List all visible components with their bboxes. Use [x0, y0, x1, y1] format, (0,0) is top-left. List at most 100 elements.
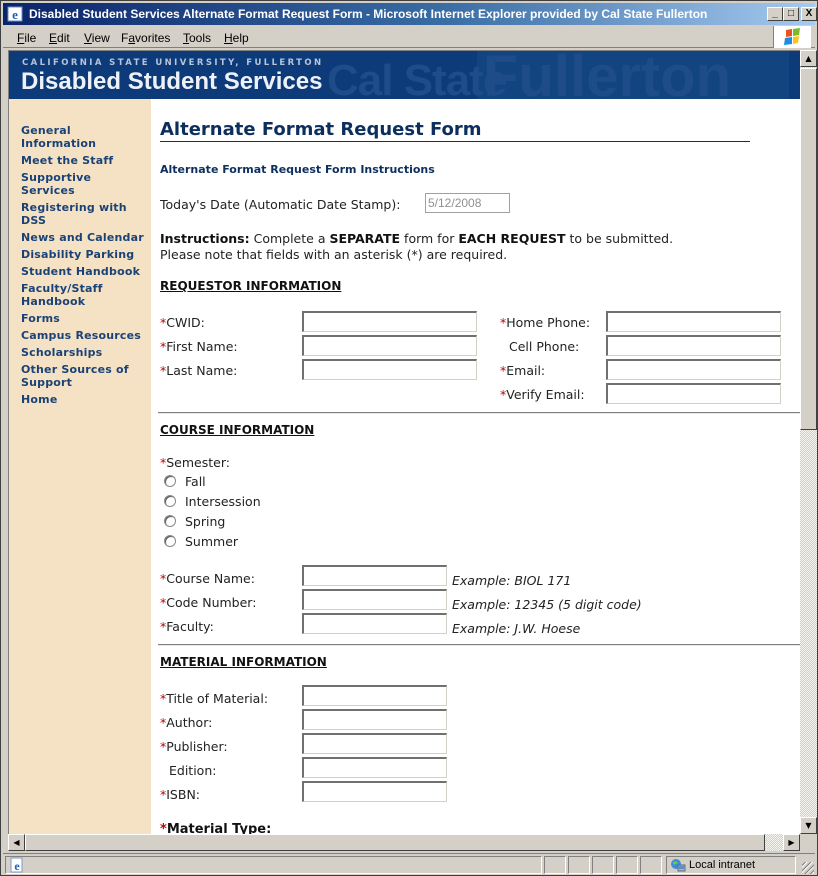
sidebar-item-supportive-services[interactable]: Supportive Services	[21, 171, 149, 197]
resize-grip[interactable]	[802, 862, 814, 874]
department-name[interactable]: Disabled Student Services	[21, 68, 322, 96]
security-zone-label: Local intranet	[689, 859, 756, 871]
menu-favorites-label: vorites	[135, 31, 171, 45]
author-input[interactable]	[302, 709, 447, 730]
course-name-input[interactable]	[302, 565, 447, 586]
edition-label: Edition:	[169, 763, 217, 778]
close-button[interactable]: X	[801, 7, 817, 21]
radio-fall-label: Fall	[185, 474, 206, 489]
menu-help-accel: H	[224, 31, 233, 45]
required-asterisk: *	[160, 822, 167, 834]
last-name-label: *Last Name:	[160, 363, 237, 378]
radio-spring-label: Spring	[185, 514, 226, 529]
vertical-scroll-thumb[interactable]	[800, 68, 817, 430]
code-number-example: Example: 12345 (5 digit code)	[452, 597, 642, 612]
cell-phone-label: Cell Phone:	[509, 339, 580, 354]
windows-logo	[773, 26, 811, 48]
site-banner: Cal State Fullerton CALIFORNIA STATE UNI…	[9, 51, 800, 99]
sidebar-item-faculty-staff-handbook[interactable]: Faculty/Staff Handbook	[21, 282, 149, 308]
last-name-input[interactable]	[302, 359, 477, 380]
home-phone-input[interactable]	[606, 311, 781, 332]
instructions-link[interactable]: Alternate Format Request Form Instructio…	[160, 163, 435, 176]
menu-file[interactable]: File	[17, 31, 36, 45]
menu-tools[interactable]: Tools	[183, 31, 211, 45]
sidebar-item-other-sources-of-support[interactable]: Other Sources of Support	[21, 363, 149, 389]
code-number-input[interactable]	[302, 589, 447, 610]
sidebar-item-forms[interactable]: Forms	[21, 312, 149, 325]
sidebar-item-meet-the-staff[interactable]: Meet the Staff	[21, 154, 149, 167]
scroll-right-button[interactable]: ▶	[783, 834, 800, 851]
menu-file-label: ile	[24, 31, 37, 45]
scroll-up-button[interactable]: ▲	[800, 50, 817, 67]
cell-phone-input[interactable]	[606, 335, 781, 356]
sidebar-item-home[interactable]: Home	[21, 393, 149, 406]
windows-flag-icon	[784, 28, 800, 45]
horizontal-scroll-thumb[interactable]	[25, 834, 765, 851]
status-cell	[616, 856, 638, 874]
verify-email-input[interactable]	[606, 383, 781, 404]
radio-summer[interactable]	[164, 535, 176, 547]
material-section-heading: MATERIAL INFORMATION	[160, 655, 327, 669]
verify-email-label-text: Verify Email:	[506, 387, 585, 402]
cwid-label: *CWID:	[160, 315, 205, 330]
title-of-material-input[interactable]	[302, 685, 447, 706]
radio-summer-label: Summer	[185, 534, 239, 549]
window-title: Disabled Student Services Alternate Form…	[29, 7, 708, 21]
svg-text:e: e	[14, 859, 20, 873]
course-name-label-text: Course Name:	[166, 571, 255, 586]
edition-input[interactable]	[302, 757, 447, 778]
status-cell	[640, 856, 662, 874]
isbn-input[interactable]	[302, 781, 447, 802]
vertical-scrollbar[interactable]: ▲ ▼	[800, 50, 817, 834]
semester-option-fall[interactable]: Fall	[164, 474, 206, 489]
course-section-heading: COURSE INFORMATION	[160, 423, 315, 437]
radio-spring[interactable]	[164, 515, 176, 527]
banner-watermark-cal-state: Cal State	[327, 56, 507, 99]
title-of-material-label: *Title of Material:	[160, 691, 268, 706]
menu-edit[interactable]: Edit	[49, 31, 70, 45]
scroll-left-button[interactable]: ◀	[8, 834, 25, 851]
faculty-example: Example: J.W. Hoese	[452, 621, 581, 636]
semester-option-intersession[interactable]: Intersession	[164, 494, 261, 509]
cwid-input[interactable]	[302, 311, 477, 332]
page-icon: e	[10, 857, 23, 873]
radio-intersession[interactable]	[164, 495, 176, 507]
instructions-separate: SEPARATE	[329, 231, 401, 246]
date-label: Today's Date (Automatic Date Stamp):	[160, 197, 401, 212]
sidebar-item-news-and-calendar[interactable]: News and Calendar	[21, 231, 149, 244]
sidebar-item-scholarships[interactable]: Scholarships	[21, 346, 149, 359]
menu-favorites[interactable]: Favorites	[121, 31, 170, 45]
menu-view[interactable]: View	[84, 31, 110, 45]
semester-option-spring[interactable]: Spring	[164, 514, 225, 529]
sidebar-item-registering-with-dss[interactable]: Registering with DSS	[21, 201, 149, 227]
publisher-input[interactable]	[302, 733, 447, 754]
menu-help[interactable]: Help	[224, 31, 249, 45]
email-input[interactable]	[606, 359, 781, 380]
sidebar-item-general-information[interactable]: General Information	[21, 124, 149, 150]
menu-help-label: elp	[232, 31, 249, 45]
sidebar-item-disability-parking[interactable]: Disability Parking	[21, 248, 149, 261]
horizontal-scrollbar[interactable]: ◀ ▶	[8, 834, 800, 851]
first-name-input[interactable]	[302, 335, 477, 356]
internet-explorer-icon: e	[7, 6, 23, 22]
instructions-part1: Complete a	[249, 231, 330, 246]
svg-text:e: e	[12, 7, 18, 22]
minimize-button[interactable]: _	[767, 7, 783, 21]
security-zone[interactable]: Local intranet	[666, 856, 796, 874]
radio-fall[interactable]	[164, 475, 176, 487]
email-label-text: Email:	[506, 363, 546, 378]
semester-option-summer[interactable]: Summer	[164, 534, 238, 549]
cwid-label-text: CWID:	[166, 315, 205, 330]
code-number-label-text: Code Number:	[166, 595, 257, 610]
menu-tools-label: ools	[189, 31, 212, 45]
scroll-down-button[interactable]: ▼	[800, 817, 817, 834]
status-cell	[544, 856, 566, 874]
sidebar-item-student-handbook[interactable]: Student Handbook	[21, 265, 149, 278]
status-text-pane: e	[5, 856, 542, 874]
maximize-button[interactable]: □	[783, 7, 799, 21]
instructions-text: Instructions: Complete a SEPARATE form f…	[160, 231, 760, 263]
browser-window: e Disabled Student Services Alternate Fo…	[0, 0, 818, 876]
sidebar-item-campus-resources[interactable]: Campus Resources	[21, 329, 149, 342]
faculty-input[interactable]	[302, 613, 447, 634]
course-name-label: *Course Name:	[160, 571, 255, 586]
